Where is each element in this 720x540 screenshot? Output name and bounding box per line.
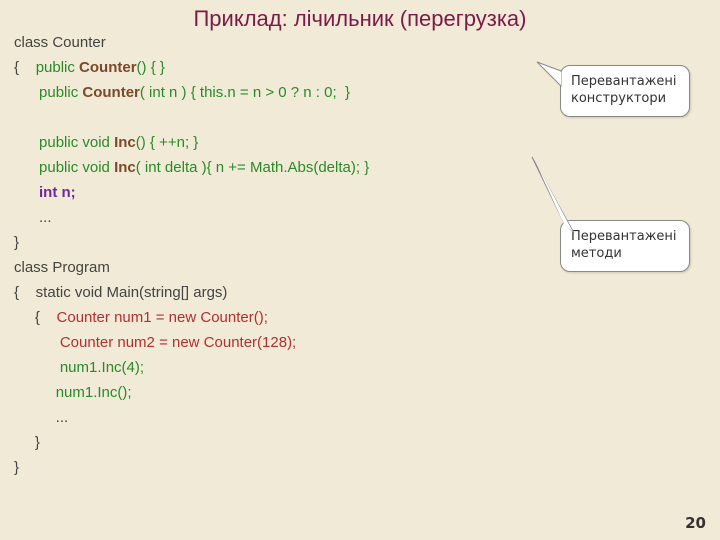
code-block: class Counter { public Counter() { } pub… bbox=[14, 30, 369, 480]
code-line: } bbox=[14, 230, 369, 255]
code-line: ... bbox=[14, 405, 369, 430]
callout-text: Перевантажені bbox=[571, 229, 677, 244]
callout-text: конструктори bbox=[571, 91, 666, 106]
code-line: ... bbox=[14, 205, 369, 230]
code-line: public void Inc() { ++n; } bbox=[14, 130, 369, 155]
code-line: { static void Main(string[] args) bbox=[14, 280, 369, 305]
callout-text: методи bbox=[571, 246, 622, 261]
code-line: { public Counter() { } bbox=[14, 55, 369, 80]
code-line: num1.Inc(4); bbox=[14, 355, 369, 380]
code-line: class Counter bbox=[14, 30, 369, 55]
callout-methods: Перевантажені методи bbox=[560, 220, 690, 272]
code-line: Counter num2 = new Counter(128); bbox=[14, 330, 369, 355]
code-line: class Program bbox=[14, 255, 369, 280]
code-line: public Counter( int n ) { this.n = n > 0… bbox=[14, 80, 369, 105]
page-number: 20 bbox=[685, 514, 706, 532]
code-blank bbox=[14, 105, 369, 130]
code-line: } bbox=[14, 430, 369, 455]
code-line: public void Inc( int delta ){ n += Math.… bbox=[14, 155, 369, 180]
callout-constructors: Перевантажені конструктори bbox=[560, 65, 690, 117]
code-line: } bbox=[14, 455, 369, 480]
slide-title: Приклад: лічильник (перегрузка) bbox=[0, 0, 720, 32]
code-line: { Counter num1 = new Counter(); bbox=[14, 305, 369, 330]
callout-text: Перевантажені bbox=[571, 74, 677, 89]
callout-tail-icon bbox=[526, 151, 586, 241]
code-line: int n; bbox=[14, 180, 369, 205]
callout-tail-icon bbox=[533, 56, 573, 96]
code-line: num1.Inc(); bbox=[14, 380, 369, 405]
